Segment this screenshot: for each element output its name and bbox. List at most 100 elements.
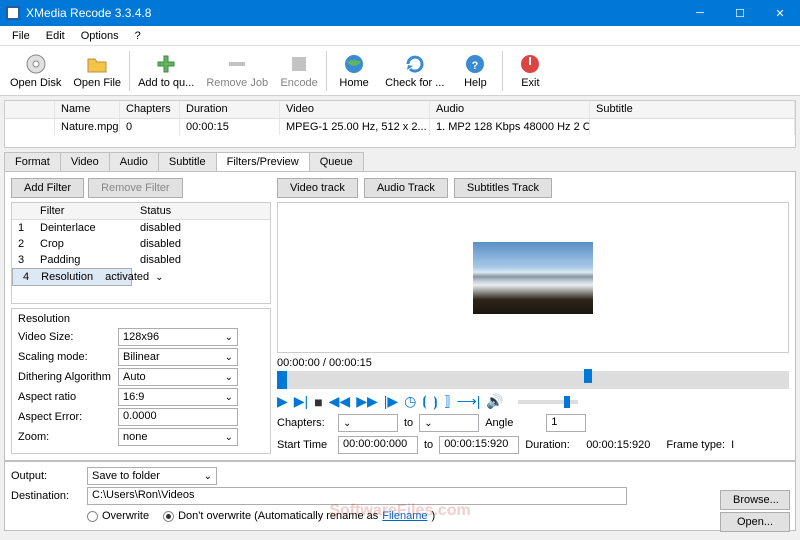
menu-options[interactable]: Options	[73, 28, 127, 44]
video-size-select[interactable]: 128x96	[118, 328, 238, 346]
time-position: 00:00:00 / 00:00:15	[277, 357, 372, 369]
add-filter-button[interactable]: Add Filter	[11, 178, 84, 198]
file-table: Name Chapters Duration Video Audio Subti…	[4, 100, 796, 148]
tab-filters[interactable]: Filters/Preview	[216, 152, 310, 171]
folder-icon	[86, 53, 108, 75]
filter-list: FilterStatus 1Deinterlacedisabled 2Cropd…	[11, 202, 271, 304]
col-video[interactable]: Video	[280, 101, 430, 118]
encode-button: Encode	[274, 48, 324, 94]
plus-icon	[155, 53, 177, 75]
add-queue-button[interactable]: Add to qu...	[132, 48, 200, 94]
tab-format[interactable]: Format	[4, 152, 61, 171]
remove-job-button: Remove Job	[200, 48, 274, 94]
start-time-input[interactable]: 00:00:00:000	[338, 436, 418, 454]
svg-text:?: ?	[472, 60, 479, 72]
dithering-select[interactable]: Auto	[118, 368, 238, 386]
exit-icon	[519, 53, 541, 75]
col-filter[interactable]: Filter	[34, 203, 134, 219]
filter-row[interactable]: 4Resolutionactivated	[12, 268, 132, 286]
aspect-ratio-select[interactable]: 16:9	[118, 388, 238, 406]
next-frame-icon[interactable]: ▶|	[294, 393, 308, 410]
zoom-select[interactable]: none	[118, 428, 238, 446]
volume-icon[interactable]: 🔊	[486, 393, 503, 410]
help-icon: ?	[464, 53, 486, 75]
browse-button[interactable]: Browse...	[720, 490, 790, 510]
menu-file[interactable]: File	[4, 28, 38, 44]
audio-track-button[interactable]: Audio Track	[364, 178, 448, 198]
col-audio[interactable]: Audio	[430, 101, 590, 118]
goto-icon[interactable]: ⟶|	[457, 393, 481, 410]
tab-subtitle[interactable]: Subtitle	[158, 152, 217, 171]
open-button[interactable]: Open...	[720, 512, 790, 532]
title-bar: XMedia Recode 3.3.4.8 ─ ☐ ✕	[0, 0, 800, 26]
filename-link[interactable]: Filename	[382, 510, 427, 522]
open-disk-button[interactable]: Open Disk	[4, 48, 67, 94]
end-time-input[interactable]: 00:00:15:920	[439, 436, 519, 454]
minus-icon	[226, 53, 248, 75]
angle-input[interactable]: 1	[546, 414, 586, 432]
rewind-icon[interactable]: ◀◀	[329, 393, 351, 410]
step-icon[interactable]: |▶	[384, 393, 398, 410]
tab-video[interactable]: Video	[60, 152, 110, 171]
mark-icon[interactable]: ⦘	[433, 393, 438, 410]
volume-slider[interactable]	[518, 400, 578, 404]
window-title: XMedia Recode 3.3.4.8	[26, 6, 680, 20]
dont-overwrite-radio[interactable]: Don't overwrite (Automatically rename as…	[163, 510, 435, 522]
tab-queue[interactable]: Queue	[309, 152, 364, 171]
toolbar: Open Disk Open File Add to qu... Remove …	[0, 46, 800, 96]
globe-icon	[343, 53, 365, 75]
playback-controls: ▶ ▶| ■ ◀◀ ▶▶ |▶ ◷ ⦗ ⦘ ⟧ ⟶| 🔊	[277, 393, 789, 410]
file-row[interactable]: Nature.mpg 0 00:00:15 MPEG-1 25.00 Hz, 5…	[5, 119, 795, 135]
destination-input[interactable]: C:\Users\Ron\Videos	[87, 487, 627, 505]
help-button[interactable]: ?Help	[450, 48, 500, 94]
chapter-to-select[interactable]	[419, 414, 479, 432]
col-status[interactable]: Status	[134, 203, 270, 219]
output-panel: Output: Save to folder Destination: C:\U…	[4, 461, 796, 531]
app-icon	[6, 6, 20, 20]
col-subtitle[interactable]: Subtitle	[590, 101, 795, 118]
clock-icon[interactable]: ◷	[404, 393, 416, 410]
menu-bar: File Edit Options ?	[0, 26, 800, 46]
minimize-button[interactable]: ─	[680, 0, 720, 26]
refresh-icon	[404, 53, 426, 75]
tabs: Format Video Audio Subtitle Filters/Prev…	[4, 152, 796, 171]
open-file-button[interactable]: Open File	[67, 48, 127, 94]
group-title: Resolution	[18, 313, 264, 325]
home-button[interactable]: Home	[329, 48, 379, 94]
col-chapters[interactable]: Chapters	[120, 101, 180, 118]
video-track-button[interactable]: Video track	[277, 178, 358, 198]
maximize-button[interactable]: ☐	[720, 0, 760, 26]
menu-edit[interactable]: Edit	[38, 28, 73, 44]
tab-audio[interactable]: Audio	[109, 152, 159, 171]
exit-button[interactable]: Exit	[505, 48, 555, 94]
aspect-error-input[interactable]: 0.0000	[118, 408, 238, 426]
frame-type-value: I	[731, 439, 734, 451]
col-duration[interactable]: Duration	[180, 101, 280, 118]
disk-icon	[25, 53, 47, 75]
check-updates-button[interactable]: Check for ...	[379, 48, 450, 94]
filter-row[interactable]: 3Paddingdisabled	[12, 252, 270, 268]
stop-icon[interactable]: ■	[314, 394, 322, 410]
col-name[interactable]: Name	[55, 101, 120, 118]
remove-filter-button: Remove Filter	[88, 178, 182, 198]
seek-slider[interactable]	[277, 371, 789, 389]
scaling-mode-select[interactable]: Bilinear	[118, 348, 238, 366]
overwrite-radio[interactable]: Overwrite	[87, 510, 149, 522]
resolution-group: Resolution Video Size:128x96 Scaling mod…	[11, 308, 271, 454]
encode-icon	[288, 53, 310, 75]
mark-in-icon[interactable]: ⦗	[422, 393, 427, 410]
mark-out-icon[interactable]: ⟧	[444, 393, 451, 410]
close-button[interactable]: ✕	[760, 0, 800, 26]
menu-help[interactable]: ?	[127, 28, 149, 44]
chapter-from-select[interactable]	[338, 414, 398, 432]
forward-icon[interactable]: ▶▶	[356, 393, 378, 410]
subtitles-track-button[interactable]: Subtitles Track	[454, 178, 552, 198]
col-icon[interactable]	[5, 101, 55, 118]
output-mode-select[interactable]: Save to folder	[87, 467, 217, 485]
main-panel: Add Filter Remove Filter FilterStatus 1D…	[4, 171, 796, 461]
filter-row[interactable]: 2Cropdisabled	[12, 236, 270, 252]
timeline: 00:00:00 / 00:00:15	[277, 357, 789, 391]
filter-row[interactable]: 1Deinterlacedisabled	[12, 220, 270, 236]
play-icon[interactable]: ▶	[277, 393, 288, 410]
duration-value: 00:00:15:920	[586, 439, 650, 451]
